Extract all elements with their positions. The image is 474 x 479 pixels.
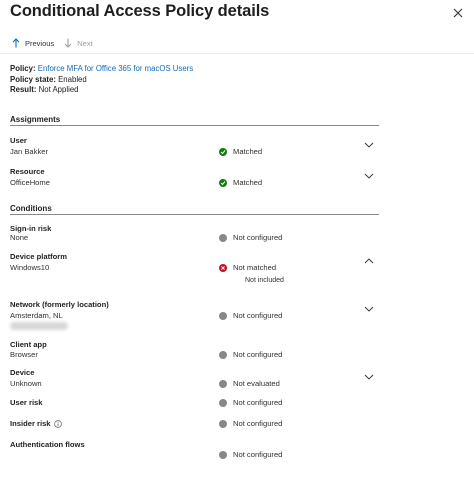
insider-risk-status-text: Not configured	[233, 419, 283, 428]
client-app-value: Browser	[10, 350, 38, 359]
client-app-status: Not configured	[219, 350, 282, 359]
resource-status-text: Matched	[233, 178, 263, 187]
device-platform-value: Windows10	[10, 263, 50, 272]
device-value: Unknown	[10, 379, 42, 388]
device-label: Device	[10, 368, 35, 377]
close-icon[interactable]	[451, 6, 465, 20]
result-value: Not Applied	[38, 85, 79, 94]
sign-in-risk-status: Not configured	[219, 233, 282, 242]
user-risk-label: User risk	[10, 398, 43, 407]
result-label: Result:	[10, 85, 37, 94]
toolbar-divider	[0, 53, 474, 54]
policy-label: Policy:	[10, 64, 36, 73]
status-dot-icon	[219, 450, 227, 459]
device-platform-label: Device platform	[10, 252, 67, 261]
network-status-text: Not configured	[233, 311, 283, 320]
conditions-divider	[10, 214, 379, 215]
device-platform-status: Not matched	[219, 263, 276, 272]
chevron-up-icon[interactable]	[364, 257, 374, 265]
user-risk-status-text: Not configured	[233, 398, 283, 407]
client-app-status-text: Not configured	[233, 350, 283, 359]
chevron-down-icon[interactable]	[364, 305, 374, 313]
device-status-text: Not evaluated	[233, 379, 280, 388]
status-dot-icon	[219, 398, 227, 407]
conditions-heading: Conditions	[10, 204, 52, 213]
policy-state-value: Enabled	[58, 74, 87, 84]
device-platform-status-text: Not matched	[233, 263, 277, 272]
user-value: Jan Bakker	[10, 147, 48, 156]
arrow-up-icon	[12, 38, 20, 48]
policy-details-panel: Conditional Access Policy details Previo…	[0, 0, 474, 479]
auth-flows-status-text: Not configured	[233, 450, 283, 459]
resource-value: OfficeHome	[10, 178, 50, 187]
info-icon[interactable]	[53, 419, 62, 428]
redacted-ip	[10, 322, 68, 330]
policy-summary: Policy: Enforce MFA for Office 365 for m…	[10, 64, 193, 96]
policy-state-label: Policy state:	[10, 74, 56, 84]
chevron-down-icon[interactable]	[364, 172, 374, 180]
previous-button[interactable]: Previous	[12, 38, 54, 48]
user-status: Matched	[219, 147, 262, 156]
status-dot-icon	[219, 233, 227, 242]
resource-status: Matched	[219, 178, 262, 187]
insider-risk-label: Insider risk	[10, 419, 62, 428]
device-platform-note: Not included	[245, 277, 284, 284]
chevron-down-icon[interactable]	[364, 141, 374, 149]
check-icon	[219, 178, 227, 187]
network-value: Amsterdam, NL	[10, 311, 63, 320]
status-dot-icon	[219, 311, 227, 320]
insider-risk-label-text: Insider risk	[10, 419, 51, 428]
resource-label: Resource	[10, 167, 45, 176]
next-label: Next	[77, 38, 93, 48]
check-icon	[219, 147, 227, 156]
status-dot-icon	[219, 350, 227, 359]
network-label: Network (formerly location)	[10, 300, 109, 309]
user-label: User	[10, 136, 27, 145]
user-status-text: Matched	[233, 147, 263, 156]
previous-label: Previous	[25, 38, 55, 48]
arrow-down-icon	[64, 38, 72, 48]
sign-in-risk-value: None	[10, 233, 29, 242]
auth-flows-status: Not configured	[219, 450, 282, 459]
next-button[interactable]: Next	[64, 38, 93, 48]
device-status: Not evaluated	[219, 379, 280, 388]
insider-risk-status: Not configured	[219, 419, 282, 428]
sign-in-risk-status-text: Not configured	[233, 233, 283, 242]
policy-link[interactable]: Enforce MFA for Office 365 for macOS Use…	[38, 64, 193, 73]
status-dot-icon	[219, 419, 227, 428]
assignments-divider	[10, 125, 379, 126]
assignments-heading: Assignments	[10, 115, 61, 124]
network-status: Not configured	[219, 311, 282, 320]
page-title: Conditional Access Policy details	[10, 2, 270, 20]
status-dot-icon	[219, 379, 227, 388]
chevron-down-icon[interactable]	[364, 373, 374, 381]
client-app-label: Client app	[10, 340, 47, 349]
sign-in-risk-label: Sign-in risk	[10, 224, 52, 233]
user-risk-status: Not configured	[219, 398, 282, 407]
auth-flows-label: Authentication flows	[10, 440, 85, 449]
toolbar: Previous Next	[12, 38, 93, 48]
error-icon	[219, 263, 227, 272]
